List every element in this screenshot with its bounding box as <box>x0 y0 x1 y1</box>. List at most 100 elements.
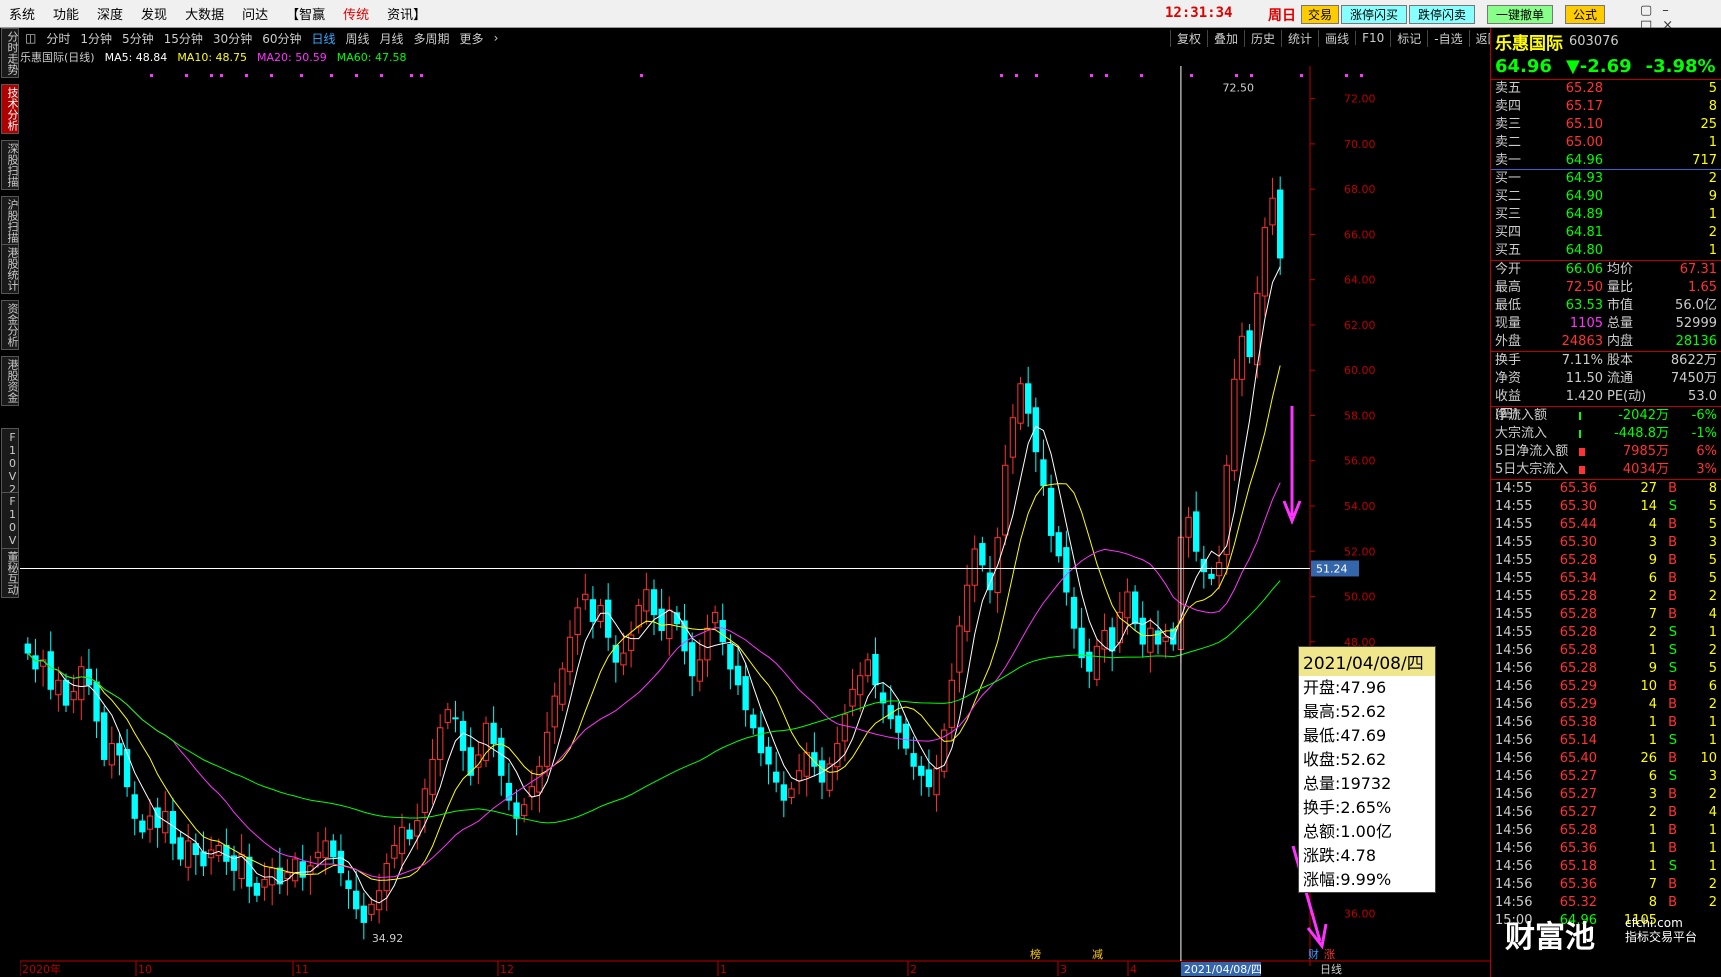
period-1[interactable]: 1分钟 <box>75 30 117 47</box>
candle[interactable] <box>505 763 513 811</box>
candle[interactable] <box>482 716 490 768</box>
left-tab-4[interactable]: 港股统计 <box>1 244 19 294</box>
candle[interactable] <box>536 756 543 813</box>
candle[interactable] <box>1277 176 1284 275</box>
candle[interactable] <box>780 771 787 818</box>
candle[interactable] <box>276 847 283 895</box>
candle[interactable] <box>910 736 917 780</box>
candle[interactable] <box>1162 623 1169 659</box>
candle[interactable] <box>1147 618 1154 673</box>
candle[interactable] <box>253 876 261 903</box>
left-tab-5[interactable]: 资金分析 <box>1 300 19 350</box>
candle[interactable] <box>1078 607 1085 668</box>
event-tag[interactable]: 财 <box>1308 947 1319 961</box>
candle[interactable] <box>314 831 322 868</box>
candle[interactable] <box>1193 491 1200 562</box>
candle[interactable] <box>322 827 329 875</box>
candle[interactable] <box>788 782 795 805</box>
candle[interactable] <box>1109 617 1116 672</box>
candle[interactable] <box>1185 507 1192 558</box>
period-10[interactable]: 更多 <box>455 30 489 47</box>
candle[interactable] <box>757 710 765 767</box>
candle[interactable] <box>528 769 535 811</box>
menu-item-6[interactable]: 【智赢 <box>277 4 334 23</box>
candle[interactable] <box>123 729 131 797</box>
menu-item-4[interactable]: 大数据 <box>176 4 233 23</box>
event-tag[interactable]: 榜 <box>1030 947 1041 961</box>
candle[interactable] <box>681 603 688 665</box>
candle[interactable] <box>101 706 108 767</box>
candle[interactable] <box>169 797 177 861</box>
candle[interactable] <box>734 645 742 695</box>
tool-5[interactable]: F10 <box>1355 31 1390 45</box>
candle[interactable] <box>566 620 574 686</box>
period-icon[interactable]: ◫ <box>20 31 41 45</box>
period-9[interactable]: 多周期 <box>409 30 455 47</box>
candle[interactable] <box>864 653 871 683</box>
tool-1[interactable]: 叠加 <box>1207 29 1244 47</box>
candle[interactable] <box>429 739 436 805</box>
candle[interactable] <box>933 754 940 812</box>
candle[interactable] <box>452 700 459 733</box>
kline-chart-area[interactable]: 72.00 70.00 68.00 66.00 64.00 62.00 60.00 58.00… <box>20 66 1490 976</box>
event-tag[interactable]: 涨 <box>1324 948 1335 961</box>
candle[interactable] <box>498 728 505 796</box>
candle[interactable] <box>872 637 879 699</box>
tool-6[interactable]: 标记 <box>1390 29 1427 47</box>
cancel-all-button[interactable]: 一键撤单 <box>1487 5 1553 24</box>
menu-item-3[interactable]: 发现 <box>132 4 176 23</box>
candle[interactable] <box>918 756 925 796</box>
candle[interactable] <box>696 639 703 692</box>
candle[interactable] <box>269 857 276 906</box>
period-8[interactable]: 月线 <box>375 30 409 47</box>
period-7[interactable]: 周线 <box>341 30 375 47</box>
candle[interactable] <box>765 737 772 785</box>
candle[interactable] <box>773 751 780 793</box>
candle[interactable] <box>574 597 581 655</box>
candle[interactable] <box>612 635 619 683</box>
candle[interactable] <box>261 862 268 901</box>
candle[interactable] <box>1223 455 1230 575</box>
candle[interactable] <box>299 844 306 891</box>
candle[interactable] <box>162 791 169 843</box>
menu-item-1[interactable]: 功能 <box>44 4 88 23</box>
candle[interactable] <box>559 662 566 712</box>
tool-2[interactable]: 历史 <box>1244 29 1281 47</box>
candle[interactable] <box>1131 585 1139 631</box>
candle[interactable] <box>704 614 711 677</box>
candle[interactable] <box>1093 639 1101 687</box>
tool-7[interactable]: -自选 <box>1427 29 1468 47</box>
period-4[interactable]: 30分钟 <box>208 30 257 47</box>
candle[interactable] <box>78 656 85 721</box>
candle[interactable] <box>543 711 551 777</box>
candle[interactable] <box>1032 397 1039 473</box>
candle[interactable] <box>1009 404 1017 475</box>
menu-item-7[interactable]: 传统 <box>334 4 378 23</box>
candle[interactable] <box>849 668 856 717</box>
candle[interactable] <box>1269 177 1276 236</box>
candle[interactable] <box>444 702 451 730</box>
candle[interactable] <box>108 726 115 779</box>
left-tab-3[interactable]: 沪股扫描 <box>1 196 19 246</box>
candle[interactable] <box>398 813 406 871</box>
candle[interactable] <box>284 859 291 896</box>
candle[interactable] <box>62 673 70 712</box>
candle[interactable] <box>857 662 864 712</box>
left-tab-6[interactable]: 港股资金 <box>1 356 19 406</box>
menu-item-5[interactable]: 问达 <box>233 4 277 23</box>
candle[interactable] <box>925 749 933 797</box>
candle[interactable] <box>1208 567 1215 586</box>
candle[interactable] <box>689 632 696 697</box>
candle[interactable] <box>185 823 192 881</box>
period-0[interactable]: 分时 <box>41 30 75 47</box>
candle[interactable] <box>963 564 971 642</box>
candle[interactable] <box>1170 622 1177 651</box>
candle[interactable] <box>383 853 390 912</box>
period-3[interactable]: 15分钟 <box>159 30 208 47</box>
candle[interactable] <box>1047 474 1055 553</box>
candle[interactable] <box>93 668 100 738</box>
candle[interactable] <box>635 598 642 634</box>
candle[interactable] <box>1055 525 1062 563</box>
candle[interactable] <box>650 579 658 635</box>
candle[interactable] <box>742 663 749 727</box>
